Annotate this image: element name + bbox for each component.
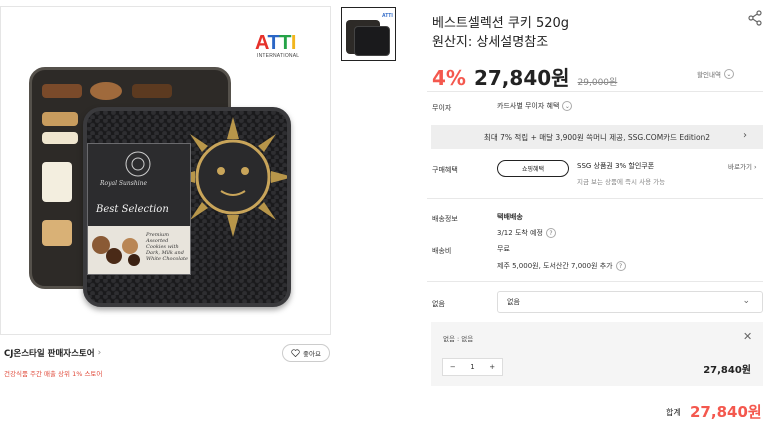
quantity-stepper: − 1 + — [442, 358, 503, 376]
option-select[interactable]: 없음 ⌄ — [497, 291, 763, 313]
info-icon[interactable]: ? — [615, 261, 626, 271]
purchase-benefit-label: 구매혜택 — [432, 166, 458, 174]
option-line-price: 27,840원 — [703, 365, 751, 376]
delivery-label: 배송정보 — [432, 215, 458, 223]
heart-icon — [291, 349, 300, 357]
chevron-right-icon: › — [754, 163, 757, 171]
total-label: 합계 — [666, 408, 681, 417]
selected-option-box: 없음 : 없음 ✕ − 1 + 27,840원 — [431, 322, 763, 386]
share-icon[interactable] — [747, 10, 763, 26]
tin-script: Royal Sunshine — [100, 180, 148, 187]
option-label: 없음 — [432, 300, 445, 308]
chevron-right-icon: › — [743, 130, 747, 141]
price-row: 4% 27,840원 29,000원 — [432, 62, 617, 91]
store-subtitle: 건강식품 주간 매출 상위 1% 스토어 — [4, 370, 103, 378]
chevron-right-icon: › — [97, 348, 102, 358]
card-promo-banner[interactable]: 최대 7% 적립 + 매달 3,900원 쓱머니 제공, SSG.COM카드 E… — [431, 125, 763, 149]
like-button[interactable]: 좋아요 — [282, 344, 330, 362]
interest-free-button[interactable]: 카드사별 무이자 혜택 ⌄ — [497, 101, 573, 111]
shipping-fee-extra: 제주 5,000원, 도서산간 7,000원 추가 ? — [497, 261, 626, 271]
original-price: 29,000원 — [577, 78, 618, 88]
discount-rate: 4% — [432, 66, 466, 90]
brand-logo: ATTI — [255, 32, 296, 54]
product-main-image: ATTI INTERNATIONAL Royal Sunshine Best S… — [0, 6, 331, 335]
shipping-fee-value: 무료 — [497, 245, 510, 253]
chevron-down-icon: ⌄ — [742, 296, 750, 306]
tin-title: Best Selection — [96, 204, 169, 215]
go-link[interactable]: 바로가기 › — [728, 161, 757, 171]
store-link[interactable]: CJ온스타일 판매자스토어 › — [4, 347, 101, 359]
decrease-button[interactable]: − — [443, 363, 463, 371]
info-icon[interactable]: ? — [545, 228, 556, 238]
close-icon[interactable]: ✕ — [743, 330, 752, 343]
sale-price: 27,840원 — [473, 66, 570, 90]
interest-free-value: 카드사별 무이자 혜택 — [497, 102, 560, 110]
shopping-benefit-badge[interactable]: 쇼핑혜택 — [497, 160, 569, 177]
delivery-eta: 3/12 도착 예정 ? — [497, 228, 556, 238]
product-origin: 원산지: 상세설명참조 — [432, 35, 549, 50]
like-label: 좋아요 — [303, 350, 321, 358]
interest-free-label: 무이자 — [432, 104, 452, 112]
option-select-value: 없음 — [507, 298, 520, 306]
coupon-title: SSG 상품권 3% 할인쿠폰 — [577, 162, 655, 170]
divider — [427, 281, 763, 282]
selected-option-name: 없음 : 없음 — [443, 335, 474, 343]
coupon-subtitle: 지금 보는 상품에 즉시 사용 가능 — [577, 178, 666, 186]
tin-lid: Royal Sunshine Best Selection Premium As… — [83, 107, 291, 307]
shipping-fee-label: 배송비 — [432, 247, 452, 255]
discount-detail-label: 할인내역 — [697, 71, 721, 79]
total-price: 27,840원 — [690, 403, 762, 421]
divider — [427, 91, 763, 92]
delivery-type: 택배배송 — [497, 213, 523, 221]
product-thumbnail[interactable]: ATTI — [341, 7, 396, 61]
tin-label: Royal Sunshine Best Selection Premium As… — [87, 143, 191, 275]
quantity-value[interactable]: 1 — [463, 363, 483, 371]
thumbnail-logo: ATTI — [382, 13, 393, 19]
product-title: 베스트셀렉션 쿠키 520g — [432, 16, 570, 31]
promo-banner-text: 최대 7% 적립 + 매달 3,900원 쓱머니 제공, SSG.COM카드 E… — [483, 132, 711, 142]
tin-premium-text: Premium Assorted Cookies with Dark, Milk… — [146, 232, 188, 262]
discount-detail-button[interactable]: 할인내역 ⌄ — [697, 69, 734, 79]
increase-button[interactable]: + — [482, 363, 502, 371]
divider — [427, 198, 763, 199]
store-name: CJ온스타일 판매자스토어 — [4, 349, 95, 359]
chevron-down-icon: ⌄ — [562, 101, 573, 111]
brand-logo-subtitle: INTERNATIONAL — [257, 53, 300, 59]
chevron-down-icon: ⌄ — [723, 69, 734, 79]
